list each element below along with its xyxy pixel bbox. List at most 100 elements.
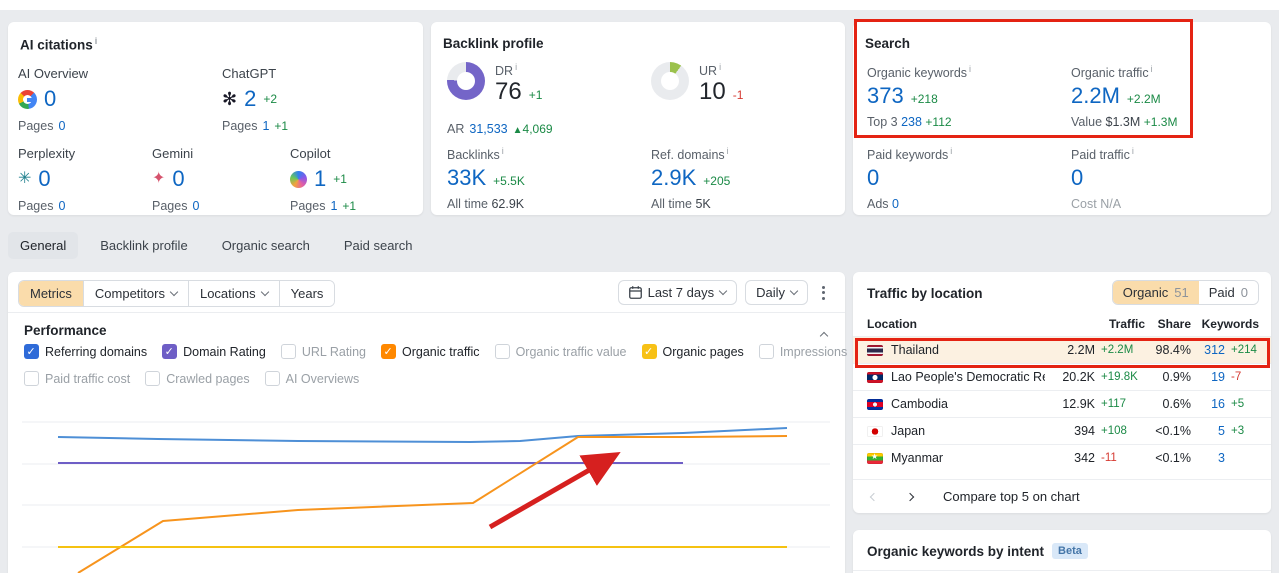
series-referring-domains: [57, 427, 788, 443]
gemini-stat: Gemini ✦ 0 Pages 0: [152, 146, 200, 213]
checkbox-unchecked-icon: [758, 344, 774, 359]
checkbox-checked-icon: [380, 344, 396, 359]
years-button[interactable]: Years: [278, 281, 335, 306]
metric-toggles-row-1: Referring domains Domain Rating URL Rati…: [24, 344, 942, 359]
table-row-laos[interactable]: Lao People's Democratic Reput 20.2K +19.…: [853, 363, 1271, 390]
gemini-value: 0: [172, 166, 185, 191]
checkbox-checked-icon: [24, 344, 39, 359]
japan-flag-icon: [867, 425, 883, 437]
gemini-icon: ✦: [152, 170, 166, 187]
locations-dropdown[interactable]: Locations: [187, 281, 279, 306]
chatgpt-stat: ChatGPT ✻ 2 +2 Pages 1 +1: [222, 66, 289, 133]
organic-toggle[interactable]: Organic 51: [1112, 281, 1199, 304]
info-icon: i: [1131, 146, 1134, 156]
metric-paid-traffic-cost[interactable]: Paid traffic cost: [24, 371, 130, 386]
next-page-button[interactable]: [903, 490, 917, 504]
calendar-icon: [628, 286, 642, 299]
paid-traffic-value: 0: [1071, 165, 1084, 191]
ref-domains-value: 2.9K: [651, 165, 697, 191]
cambodia-flag-icon: [867, 398, 883, 410]
prev-page-button[interactable]: [867, 490, 881, 504]
organic-keywords-value: 373: [867, 83, 904, 109]
divider: [8, 312, 845, 313]
collapse-section-button[interactable]: [819, 326, 829, 344]
metric-referring-domains[interactable]: Referring domains: [24, 344, 147, 359]
location-table-header: Location Traffic Share Keywords: [867, 317, 1259, 331]
chevron-down-icon: [718, 286, 728, 296]
table-row-japan[interactable]: Japan 394 +108 <0.1% 5 +3: [853, 417, 1271, 444]
table-footer: Compare top 5 on chart: [853, 479, 1271, 513]
compare-top5-link[interactable]: Compare top 5 on chart: [943, 489, 1080, 504]
ahrefs-rank: AR 31,533 ▲4,069: [447, 122, 553, 136]
competitors-dropdown[interactable]: Competitors: [82, 281, 188, 306]
metric-organic-traffic-value[interactable]: Organic traffic value: [494, 344, 627, 359]
backlink-profile-title: Backlink profile: [443, 36, 544, 51]
ai-overview-value: 0: [44, 86, 57, 111]
organic-keywords-stat: Organic keywords i 373 +218 Top 3 238 +112: [867, 64, 972, 130]
checkbox-unchecked-icon: [24, 371, 39, 386]
up-triangle-icon: ▲: [512, 125, 523, 136]
traffic-by-location-card: Traffic by location Organic 51 Paid 0 Loca…: [853, 272, 1271, 513]
section-tabs: General Backlink profile Organic search …: [8, 232, 425, 259]
tab-backlink-profile[interactable]: Backlink profile: [88, 232, 199, 259]
checkbox-unchecked-icon: [280, 344, 296, 359]
info-icon: i: [501, 146, 504, 156]
copilot-icon: [290, 170, 307, 188]
ai-citations-title: AI citations i: [20, 36, 98, 53]
metric-impressions[interactable]: Impressions: [758, 344, 847, 359]
checkbox-unchecked-icon: [264, 371, 280, 386]
chevron-down-icon: [789, 286, 799, 296]
ur-donut-chart: [651, 62, 689, 100]
info-icon: i: [515, 62, 518, 72]
chevron-up-icon: [819, 331, 829, 341]
paid-toggle[interactable]: Paid 0: [1198, 281, 1258, 304]
info-icon: i: [950, 146, 953, 156]
chevron-right-icon: [905, 492, 915, 501]
table-row-cambodia[interactable]: Cambodia 12.9K +117 0.6% 16 +5: [853, 390, 1271, 417]
laos-flag-icon: [867, 371, 883, 383]
ur-value: 10: [699, 78, 726, 106]
google-icon: [18, 89, 37, 109]
keywords-by-intent-card: Organic keywords by intent Beta: [853, 530, 1271, 573]
keywords-by-intent-title: Organic keywords by intent Beta: [867, 543, 1088, 559]
more-options-button[interactable]: [816, 282, 831, 304]
search-card: Search Organic keywords i 373 +218 Top 3 2…: [853, 22, 1271, 215]
metric-toggles-row-2: Paid traffic cost Crawled pages AI Overv…: [24, 371, 359, 386]
date-range-dropdown[interactable]: Last 7 days: [617, 280, 738, 305]
domain-rating-block: DR i 76 +1: [447, 62, 542, 106]
info-icon: i: [94, 36, 98, 46]
chevron-down-icon: [169, 287, 179, 297]
red-arrow-annotation: [488, 452, 621, 530]
metric-ai-overviews[interactable]: AI Overviews: [264, 371, 359, 386]
metric-organic-pages[interactable]: Organic pages: [641, 344, 744, 359]
table-row-myanmar[interactable]: Myanmar 342 -11 <0.1% 3: [853, 444, 1271, 471]
tab-general[interactable]: General: [8, 232, 79, 259]
backlinks-stat: Backlinks i 33K +5.5K All time 62.9K: [447, 146, 525, 212]
info-icon: i: [719, 62, 722, 72]
metric-crawled-pages[interactable]: Crawled pages: [145, 371, 250, 386]
metrics-button[interactable]: Metrics: [19, 281, 83, 306]
checkbox-checked-icon: [641, 344, 657, 359]
info-icon: i: [1150, 64, 1153, 74]
perplexity-value: 0: [38, 166, 51, 191]
url-rating-block: UR i 10 -1: [651, 62, 743, 106]
perplexity-stat: Perplexity ✳ 0 Pages 0: [18, 146, 76, 213]
myanmar-flag-icon: [867, 452, 883, 464]
backlink-profile-card: Backlink profile DR i 76 +1 AR 31,533 ▲4,0…: [431, 22, 845, 215]
top-strip: [0, 0, 1279, 10]
paid-traffic-stat: Paid traffic i 0 Cost N/A: [1071, 146, 1134, 212]
metric-url-rating[interactable]: URL Rating: [280, 344, 366, 359]
info-icon: i: [726, 146, 729, 156]
table-row-thailand[interactable]: Thailand 2.2M +2.2M 98.4% 312 +214: [853, 336, 1271, 363]
paid-keywords-stat: Paid keywords i 0 Ads 0: [867, 146, 953, 212]
metric-organic-traffic[interactable]: Organic traffic: [380, 344, 480, 359]
date-controls: Last 7 days Daily: [617, 280, 831, 305]
copilot-stat: Copilot 1 +1 Pages 1 +1: [290, 146, 357, 213]
dashboard: AI citations i AI Overview 0 Pages 0 ChatG…: [0, 0, 1279, 573]
dr-donut-chart: [447, 62, 485, 100]
metric-domain-rating[interactable]: Domain Rating: [162, 344, 266, 359]
tab-organic-search[interactable]: Organic search: [210, 232, 322, 259]
granularity-dropdown[interactable]: Daily: [745, 280, 808, 305]
tab-paid-search[interactable]: Paid search: [332, 232, 425, 259]
traffic-by-location-title: Traffic by location: [867, 286, 983, 301]
